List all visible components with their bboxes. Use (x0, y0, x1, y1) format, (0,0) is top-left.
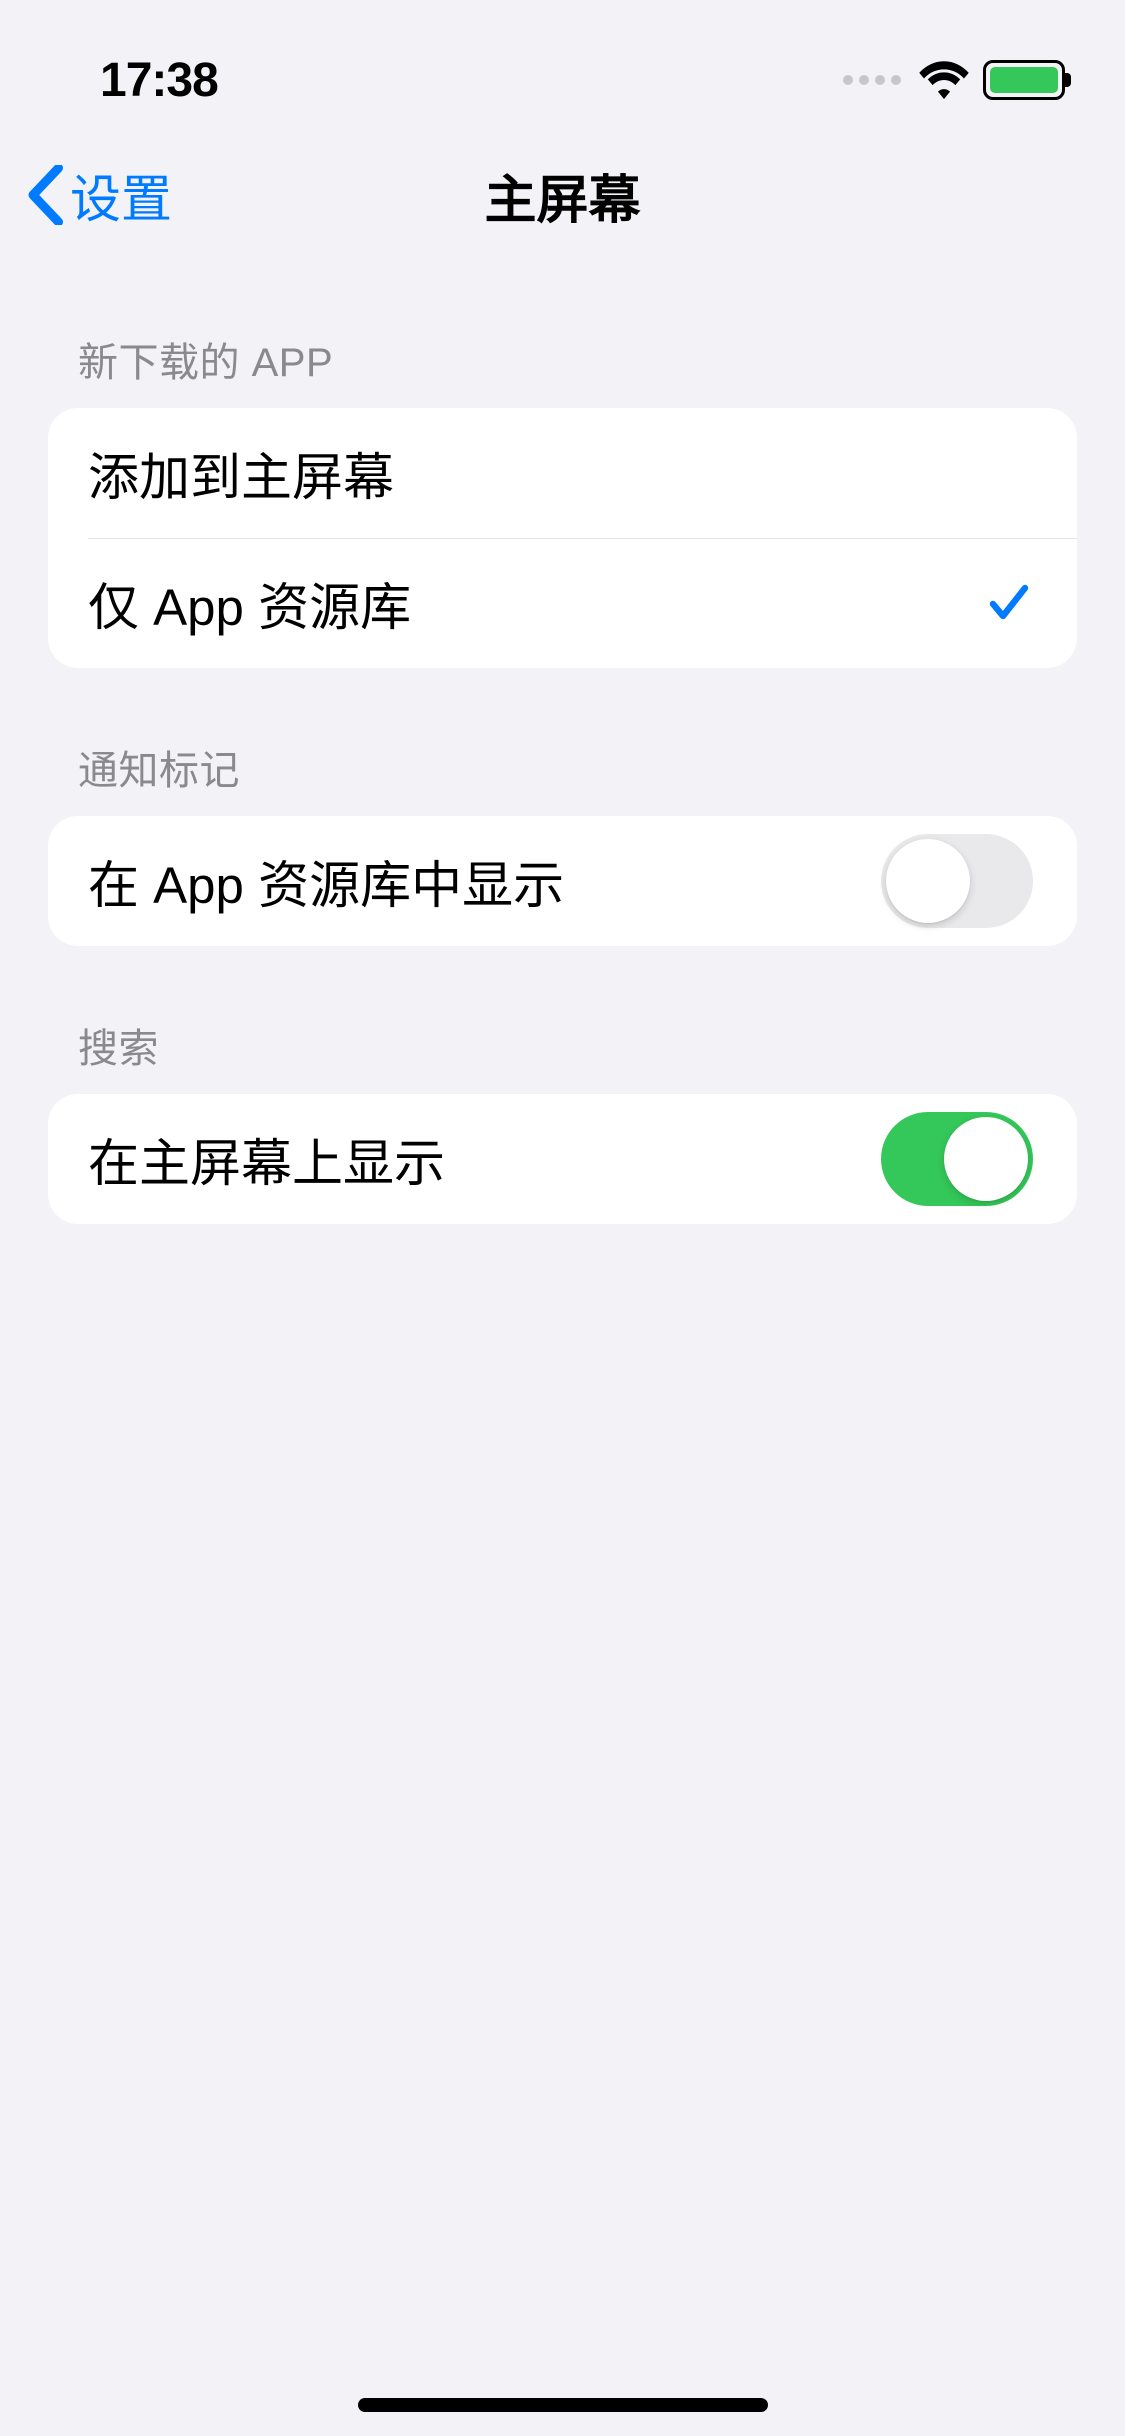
status-time: 17:38 (100, 53, 218, 108)
toggle-knob (886, 839, 970, 923)
section-header-search: 搜索 (48, 946, 1077, 1094)
option-label: 仅 App 资源库 (88, 566, 411, 640)
toggle-show-in-library[interactable] (881, 834, 1033, 928)
section-header-new-apps: 新下载的 APP (48, 260, 1077, 408)
option-label: 添加到主屏幕 (88, 436, 394, 510)
chevron-left-icon (26, 165, 64, 225)
back-button[interactable]: 设置 (26, 158, 172, 232)
row-label: 在 App 资源库中显示 (88, 844, 564, 918)
option-app-library-only[interactable]: 仅 App 资源库 (48, 538, 1077, 668)
back-label: 设置 (70, 158, 172, 232)
toggle-knob (944, 1117, 1028, 1201)
page-title: 主屏幕 (484, 158, 640, 233)
home-indicator[interactable] (358, 2398, 768, 2412)
navbar: 设置 主屏幕 (0, 130, 1125, 260)
status-right (843, 60, 1065, 100)
group-search: 在主屏幕上显示 (48, 1094, 1077, 1224)
section-header-badges: 通知标记 (48, 668, 1077, 816)
row-label: 在主屏幕上显示 (88, 1122, 445, 1196)
battery-icon (983, 60, 1065, 100)
row-show-in-library: 在 App 资源库中显示 (48, 816, 1077, 946)
group-badges: 在 App 资源库中显示 (48, 816, 1077, 946)
cellular-dots-icon (843, 75, 901, 85)
wifi-icon (919, 61, 969, 99)
checkmark-icon (985, 579, 1033, 627)
toggle-show-on-home[interactable] (881, 1112, 1033, 1206)
option-add-to-home[interactable]: 添加到主屏幕 (48, 408, 1077, 538)
status-bar: 17:38 (0, 0, 1125, 130)
row-show-on-home: 在主屏幕上显示 (48, 1094, 1077, 1224)
group-new-apps: 添加到主屏幕 仅 App 资源库 (48, 408, 1077, 668)
